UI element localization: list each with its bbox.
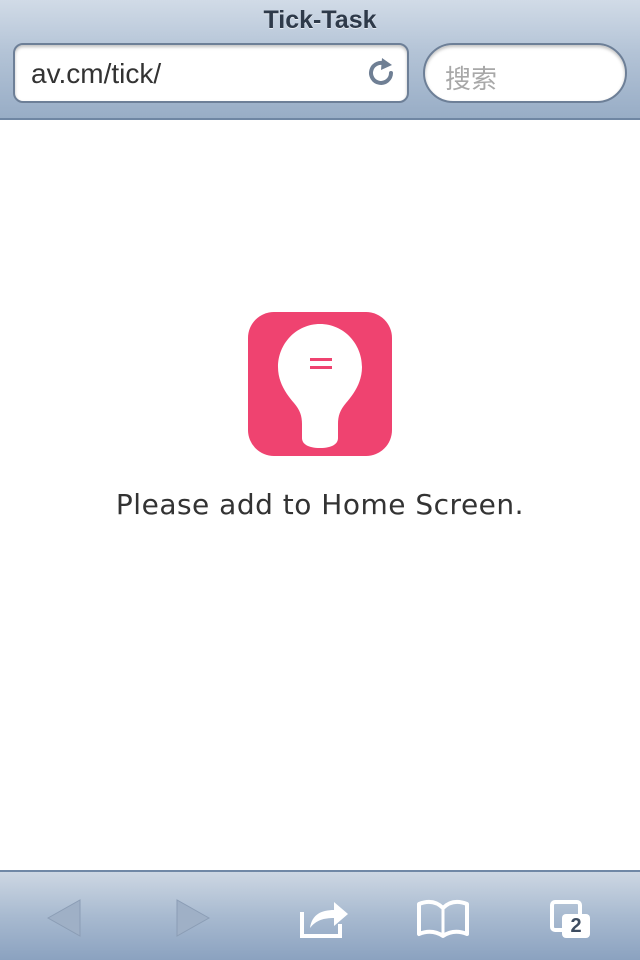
lightbulb-app-icon [248,312,392,456]
tab-count-badge: 2 [562,914,590,938]
address-bar[interactable]: av.cm/tick/ [13,43,409,103]
search-placeholder: 搜索 [445,65,498,95]
tabs-button[interactable]: 2 [544,894,600,942]
browser-toolbar: 2 [0,870,640,960]
lightbulb-icon [278,324,362,448]
add-to-home-message: Please add to Home Screen. [115,488,525,521]
forward-arrow-icon[interactable] [165,894,221,942]
bookmarks-icon[interactable] [415,894,471,942]
browser-page: Tick-Task av.cm/tick/ 搜索 Please add to H… [0,0,640,960]
search-input[interactable]: 搜索 [423,43,627,103]
url-text[interactable]: av.cm/tick/ [31,58,161,90]
back-arrow-icon[interactable] [36,894,92,942]
share-icon[interactable] [296,894,352,942]
browser-top-bar: Tick-Task av.cm/tick/ 搜索 [0,0,640,120]
page-title: Tick-Task [263,6,377,34]
reload-icon[interactable] [365,57,397,89]
